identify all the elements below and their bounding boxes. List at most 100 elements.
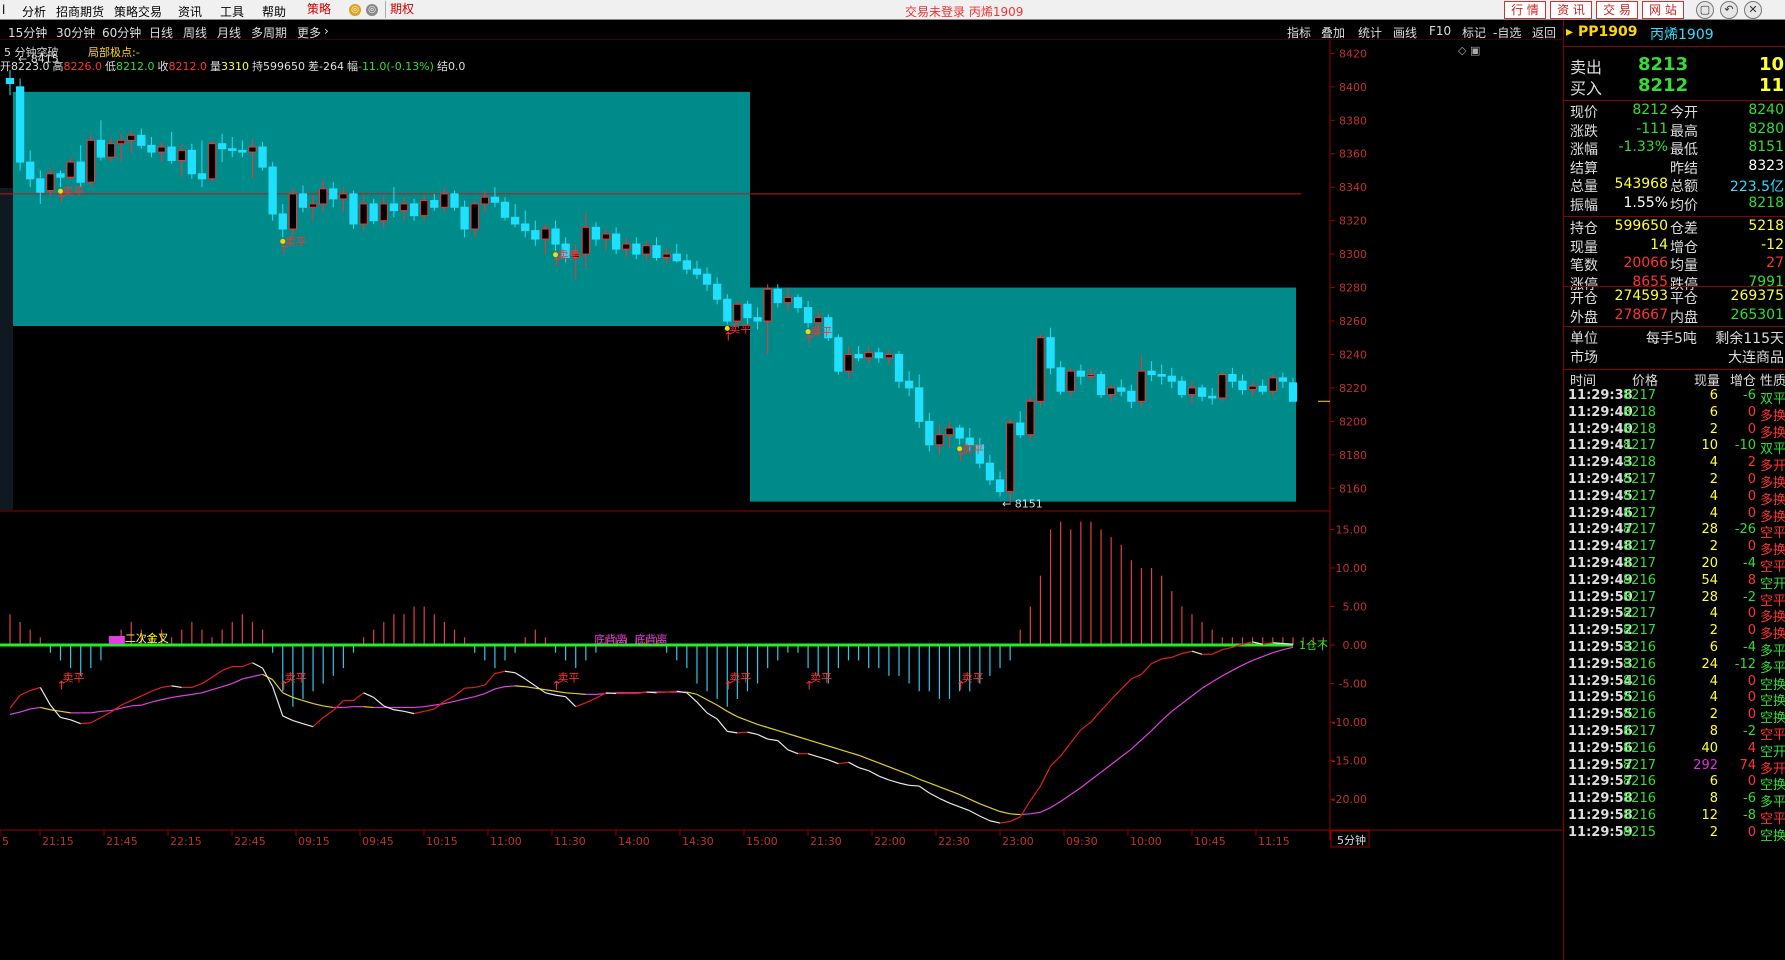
chart-settings-icon[interactable]: ◇ ▣ (1458, 44, 1480, 57)
dea-line-segment (797, 736, 809, 741)
options-tag[interactable]: 期权 (385, 1, 418, 18)
tool-statistics[interactable]: 统计 (1358, 24, 1382, 41)
tick-row[interactable]: 11:29:59 8215 2 0 空换 (1564, 825, 1785, 844)
candle-body (753, 317, 762, 322)
candle-body (389, 203, 399, 212)
dif-line-segment (706, 712, 718, 720)
dif-line-segment (929, 792, 940, 799)
tab-more[interactable]: 更多 (297, 24, 321, 41)
bid-volume: 11 (1758, 75, 1784, 96)
maximize-icon[interactable]: ▢ (1696, 1, 1714, 19)
candle-body (349, 193, 358, 225)
time-tick-label: 10:45 (1194, 835, 1226, 848)
stat-row: 涨跌 -111 最高 8280 (1564, 121, 1785, 141)
dea-line-segment (979, 803, 991, 809)
stat-value: 27 (1766, 255, 1784, 271)
menu-item-news[interactable]: 资讯 (178, 3, 202, 20)
tick-price: 8216 (1622, 740, 1656, 756)
dea-line-segment (1262, 652, 1274, 658)
tick-volume: 20 (1701, 556, 1718, 571)
dea-line-segment (828, 745, 839, 750)
candle-body (652, 245, 661, 258)
quote-button[interactable]: 行 情 (1504, 1, 1546, 19)
tab-multi-period[interactable]: 多周期 (251, 24, 287, 41)
dea-line-segment (1050, 800, 1061, 809)
dif-line-segment (585, 697, 597, 704)
tool-f10[interactable]: F10 (1429, 24, 1451, 38)
tab-30min[interactable]: 30分钟 (56, 24, 95, 41)
tool-overlay[interactable]: 叠加 (1321, 24, 1345, 41)
tool-back[interactable]: 返回 (1532, 24, 1556, 41)
candle-body (490, 196, 500, 203)
dif-line-segment (191, 683, 203, 688)
candle-body (430, 200, 439, 208)
macd-sell-flat-label: 卖平 (729, 671, 751, 684)
time-tick-label: 11:15 (1258, 835, 1290, 848)
menu-item-edge[interactable]: l (2, 3, 5, 17)
candlestick-chart[interactable]: 8420 8400 8380 8360 8340 8320 8300 8280 8260 8240… (0, 40, 1563, 960)
candle-body (147, 144, 156, 153)
time-tick-label: 09:45 (362, 835, 394, 848)
menu-item-tools[interactable]: 工具 (220, 3, 244, 20)
left-edge-shade (0, 188, 13, 510)
candle-body (662, 253, 671, 258)
tick-volume: 6 (1709, 388, 1718, 403)
macd-sell-flat-label: 卖平 (962, 671, 984, 684)
tick-oi-change: 0 (1747, 488, 1756, 504)
candle-body (268, 166, 277, 215)
tab-60min[interactable]: 60分钟 (102, 24, 141, 41)
quote-divider (1564, 326, 1785, 327)
tab-15min[interactable]: 15分钟 (8, 24, 47, 41)
menu-item-broker[interactable]: 招商期货 (56, 3, 104, 20)
tick-price: 8217 (1622, 623, 1656, 639)
dif-line-segment (565, 696, 577, 708)
tab-weekly[interactable]: 周线 (183, 24, 207, 41)
dea-line-segment (454, 698, 465, 702)
dea-line-segment (1191, 687, 1203, 697)
dea-line-segment (908, 773, 920, 780)
candle-body (379, 203, 388, 222)
sell-flat-label: 卖平 (558, 249, 580, 262)
candle-body (551, 228, 560, 245)
tool-drawing[interactable]: 画线 (1393, 24, 1417, 41)
dif-line-segment (555, 694, 566, 698)
tab-monthly[interactable]: 月线 (217, 24, 241, 41)
tick-oi-change: -26 (1734, 522, 1756, 538)
stat-row: 开仓 274593 平仓 269375 (1564, 288, 1785, 308)
strategy-tag[interactable]: 策略 (303, 1, 335, 18)
macd-tick-label: 10.00 (1336, 562, 1368, 575)
menu-item-help[interactable]: 帮助 (262, 3, 286, 20)
candle-body (702, 273, 712, 285)
tick-price: 8217 (1622, 438, 1656, 454)
time-tick-label: 22:00 (874, 835, 906, 848)
dea-line-segment (868, 758, 880, 764)
stat-label: 平仓 (1670, 291, 1698, 307)
tab-daily[interactable]: 日线 (149, 24, 173, 41)
dea-line-segment (989, 807, 1001, 813)
dif-line-segment (363, 692, 374, 698)
restore-icon[interactable]: ↶ (1720, 1, 1738, 19)
more-arrow-icon[interactable]: › (324, 24, 329, 38)
chart-area[interactable]: 8420 8400 8380 8360 8340 8320 8300 8280 8260 8240… (0, 40, 1563, 960)
tool-watchlist[interactable]: -自选 (1493, 24, 1521, 41)
dif-line-segment (1272, 642, 1283, 645)
dea-line-segment (131, 704, 142, 707)
news-button[interactable]: 资 讯 (1550, 1, 1592, 19)
website-button[interactable]: 网 站 (1642, 1, 1684, 19)
dea-line-segment (100, 709, 112, 712)
candle-body (531, 230, 540, 240)
trade-button[interactable]: 交 易 (1596, 1, 1638, 19)
tool-mark[interactable]: 标记 (1462, 24, 1486, 41)
ohlc-value: -11.0(-0.13%) (357, 60, 434, 73)
dif-line-segment (161, 685, 172, 689)
candle-body (632, 243, 641, 255)
tool-indicator[interactable]: 指标 (1287, 24, 1311, 41)
close-icon[interactable]: ✕ (1744, 1, 1762, 19)
dif-line-segment (464, 686, 475, 689)
dea-line-segment (949, 790, 960, 796)
menu-item-analysis[interactable]: 分析 (22, 3, 46, 20)
tick-volume: 24 (1701, 656, 1718, 672)
menu-item-strategy-trade[interactable]: 策略交易 (114, 3, 162, 20)
candle-body (1208, 395, 1217, 399)
tick-price: 8217 (1622, 522, 1656, 538)
